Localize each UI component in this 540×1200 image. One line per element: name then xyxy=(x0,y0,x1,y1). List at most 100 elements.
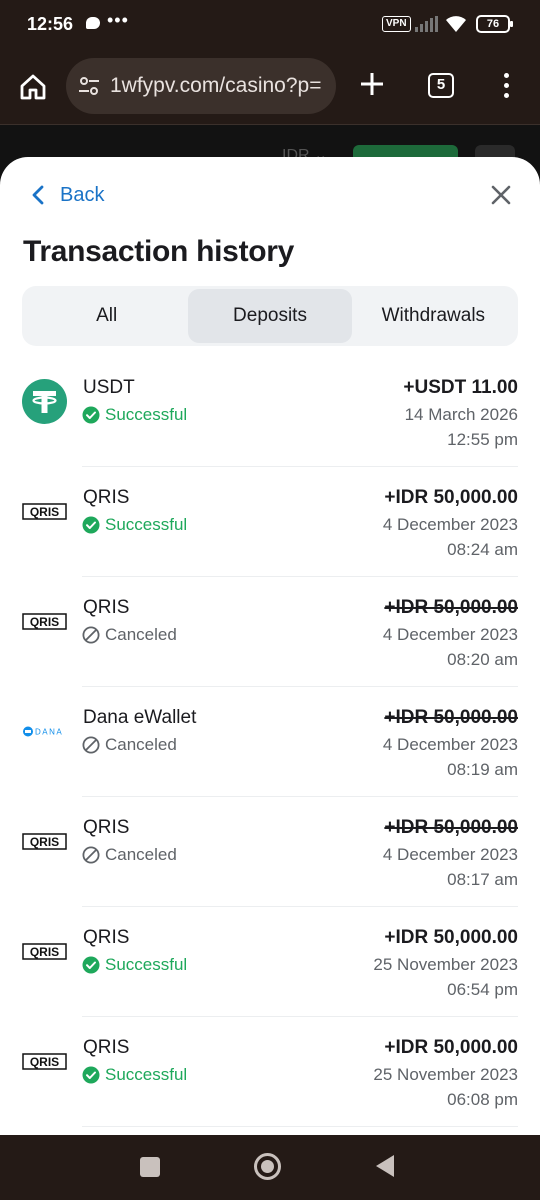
payment-method: QRIS xyxy=(83,817,130,838)
overflow-menu-icon[interactable] xyxy=(496,70,516,102)
status-text: Successful xyxy=(105,955,188,974)
tab-all[interactable]: All xyxy=(25,289,188,343)
new-tab-icon[interactable] xyxy=(357,69,387,99)
recents-icon[interactable] xyxy=(140,1157,160,1177)
transaction-row[interactable]: USDT Successful +USDT 11.00 14 March 2026 12… xyxy=(0,357,540,467)
transaction-row[interactable]: QRIS QRIS Canceled +IDR 50,000.00 4 December… xyxy=(0,577,540,687)
transaction-row[interactable]: QRIS QRIS Successful +IDR 50,000.00 25 Novem… xyxy=(0,907,540,1017)
status-text: Canceled xyxy=(105,845,177,864)
svg-text:QRIS: QRIS xyxy=(30,945,59,959)
payment-method: USDT xyxy=(83,377,135,398)
dana-icon: DANA xyxy=(22,709,67,754)
transaction-amount: +IDR 50,000.00 xyxy=(384,1037,518,1058)
transaction-date: 4 December 2023 xyxy=(382,625,518,644)
transaction-time: 08:24 am xyxy=(447,540,518,559)
row-divider xyxy=(82,1126,518,1127)
transaction-history-sheet: Back Transaction history All Deposits Wi… xyxy=(0,157,540,1135)
transaction-date: 4 December 2023 xyxy=(382,735,518,754)
status-badge: Successful xyxy=(82,405,187,425)
transaction-row[interactable]: QRIS QRIS Successful +IDR 50,000.00 25 Novem… xyxy=(0,1017,540,1127)
status-badge: Successful xyxy=(82,1065,187,1085)
qris-icon: QRIS xyxy=(22,599,67,644)
browser-toolbar: 1wfypv.com/casino?p= 5 xyxy=(0,50,540,124)
filter-tabs: All Deposits Withdrawals xyxy=(22,286,518,346)
back-label: Back xyxy=(60,183,105,206)
transaction-amount: +IDR 50,000.00 xyxy=(384,597,518,618)
tab-deposits[interactable]: Deposits xyxy=(188,289,352,343)
transaction-row[interactable]: DANA Dana eWallet Canceled +IDR 50,000.00 4 … xyxy=(0,687,540,797)
check-circle-icon xyxy=(82,406,100,424)
qris-icon: QRIS xyxy=(22,489,67,534)
status-text: Successful xyxy=(105,1065,188,1084)
transaction-time: 06:54 pm xyxy=(447,980,518,999)
transaction-row[interactable]: QRIS QRIS Successful +IDR 50,000.00 4 Decemb… xyxy=(0,467,540,577)
site-settings-icon[interactable] xyxy=(78,75,100,97)
transaction-time: 06:08 pm xyxy=(447,1090,518,1109)
status-badge: Canceled xyxy=(82,845,177,865)
transaction-list: USDT Successful +USDT 11.00 14 March 2026 12… xyxy=(0,357,540,1127)
transaction-time: 08:19 am xyxy=(447,760,518,779)
transaction-date: 25 November 2023 xyxy=(373,1065,518,1084)
chevron-left-icon xyxy=(32,185,44,205)
qris-icon: QRIS xyxy=(22,1039,67,1084)
svg-text:QRIS: QRIS xyxy=(30,1055,59,1069)
page-title: Transaction history xyxy=(23,235,295,268)
status-bar: 12:56 ••• VPN 76 xyxy=(0,0,540,50)
transaction-amount: +IDR 50,000.00 xyxy=(384,487,518,508)
payment-method: QRIS xyxy=(83,597,130,618)
status-badge: Canceled xyxy=(82,625,177,645)
close-icon[interactable] xyxy=(490,184,512,206)
qris-icon: QRIS xyxy=(22,929,67,974)
address-bar[interactable]: 1wfypv.com/casino?p= xyxy=(66,58,336,114)
back-button[interactable]: Back xyxy=(30,183,104,207)
cancel-circle-icon xyxy=(82,626,100,644)
status-text: Canceled xyxy=(105,625,177,644)
check-circle-icon xyxy=(82,956,100,974)
more-notifications-icon: ••• xyxy=(107,10,129,30)
transaction-date: 14 March 2026 xyxy=(404,405,518,424)
check-circle-icon xyxy=(82,516,100,534)
qris-icon: QRIS xyxy=(22,819,67,864)
cancel-circle-icon xyxy=(82,846,100,864)
status-text: Successful xyxy=(105,515,188,534)
transaction-time: 08:20 am xyxy=(447,650,518,669)
transaction-date: 4 December 2023 xyxy=(382,845,518,864)
status-text: Successful xyxy=(105,405,188,424)
payment-method: Dana eWallet xyxy=(83,707,197,728)
transaction-row[interactable]: QRIS QRIS Canceled +IDR 50,000.00 4 December… xyxy=(0,797,540,907)
transaction-time: 08:17 am xyxy=(447,870,518,889)
payment-method: QRIS xyxy=(83,487,130,508)
tab-switcher-button[interactable]: 5 xyxy=(428,73,454,98)
transaction-time: 12:55 pm xyxy=(447,430,518,449)
svg-text:QRIS: QRIS xyxy=(30,835,59,849)
back-triangle-icon[interactable] xyxy=(376,1155,394,1177)
home-icon[interactable] xyxy=(18,72,48,102)
system-navigation-bar xyxy=(0,1135,540,1200)
battery-icon: 76 xyxy=(476,15,513,33)
svg-text:QRIS: QRIS xyxy=(30,615,59,629)
transaction-amount: +USDT 11.00 xyxy=(403,377,518,398)
svg-text:DANA: DANA xyxy=(35,728,63,737)
tether-icon xyxy=(22,379,67,424)
transaction-amount: +IDR 50,000.00 xyxy=(384,817,518,838)
signal-icon xyxy=(415,16,438,32)
payment-method: QRIS xyxy=(83,927,130,948)
status-time: 12:56 xyxy=(27,14,74,34)
svg-text:QRIS: QRIS xyxy=(30,505,59,519)
transaction-date: 25 November 2023 xyxy=(373,955,518,974)
payment-method: QRIS xyxy=(83,1037,130,1058)
wifi-icon xyxy=(446,16,466,32)
transaction-amount: +IDR 50,000.00 xyxy=(384,707,518,728)
tab-withdrawals[interactable]: Withdrawals xyxy=(352,289,515,343)
chat-bubble-icon xyxy=(86,17,100,29)
check-circle-icon xyxy=(82,1066,100,1084)
transaction-date: 4 December 2023 xyxy=(382,515,518,534)
status-badge: Successful xyxy=(82,515,187,535)
status-badge: Successful xyxy=(82,955,187,975)
url-text: 1wfypv.com/casino?p= xyxy=(110,74,322,97)
status-text: Canceled xyxy=(105,735,177,754)
status-badge: Canceled xyxy=(82,735,177,755)
transaction-amount: +IDR 50,000.00 xyxy=(384,927,518,948)
vpn-badge: VPN xyxy=(382,16,411,32)
home-circle-icon[interactable] xyxy=(254,1153,281,1180)
